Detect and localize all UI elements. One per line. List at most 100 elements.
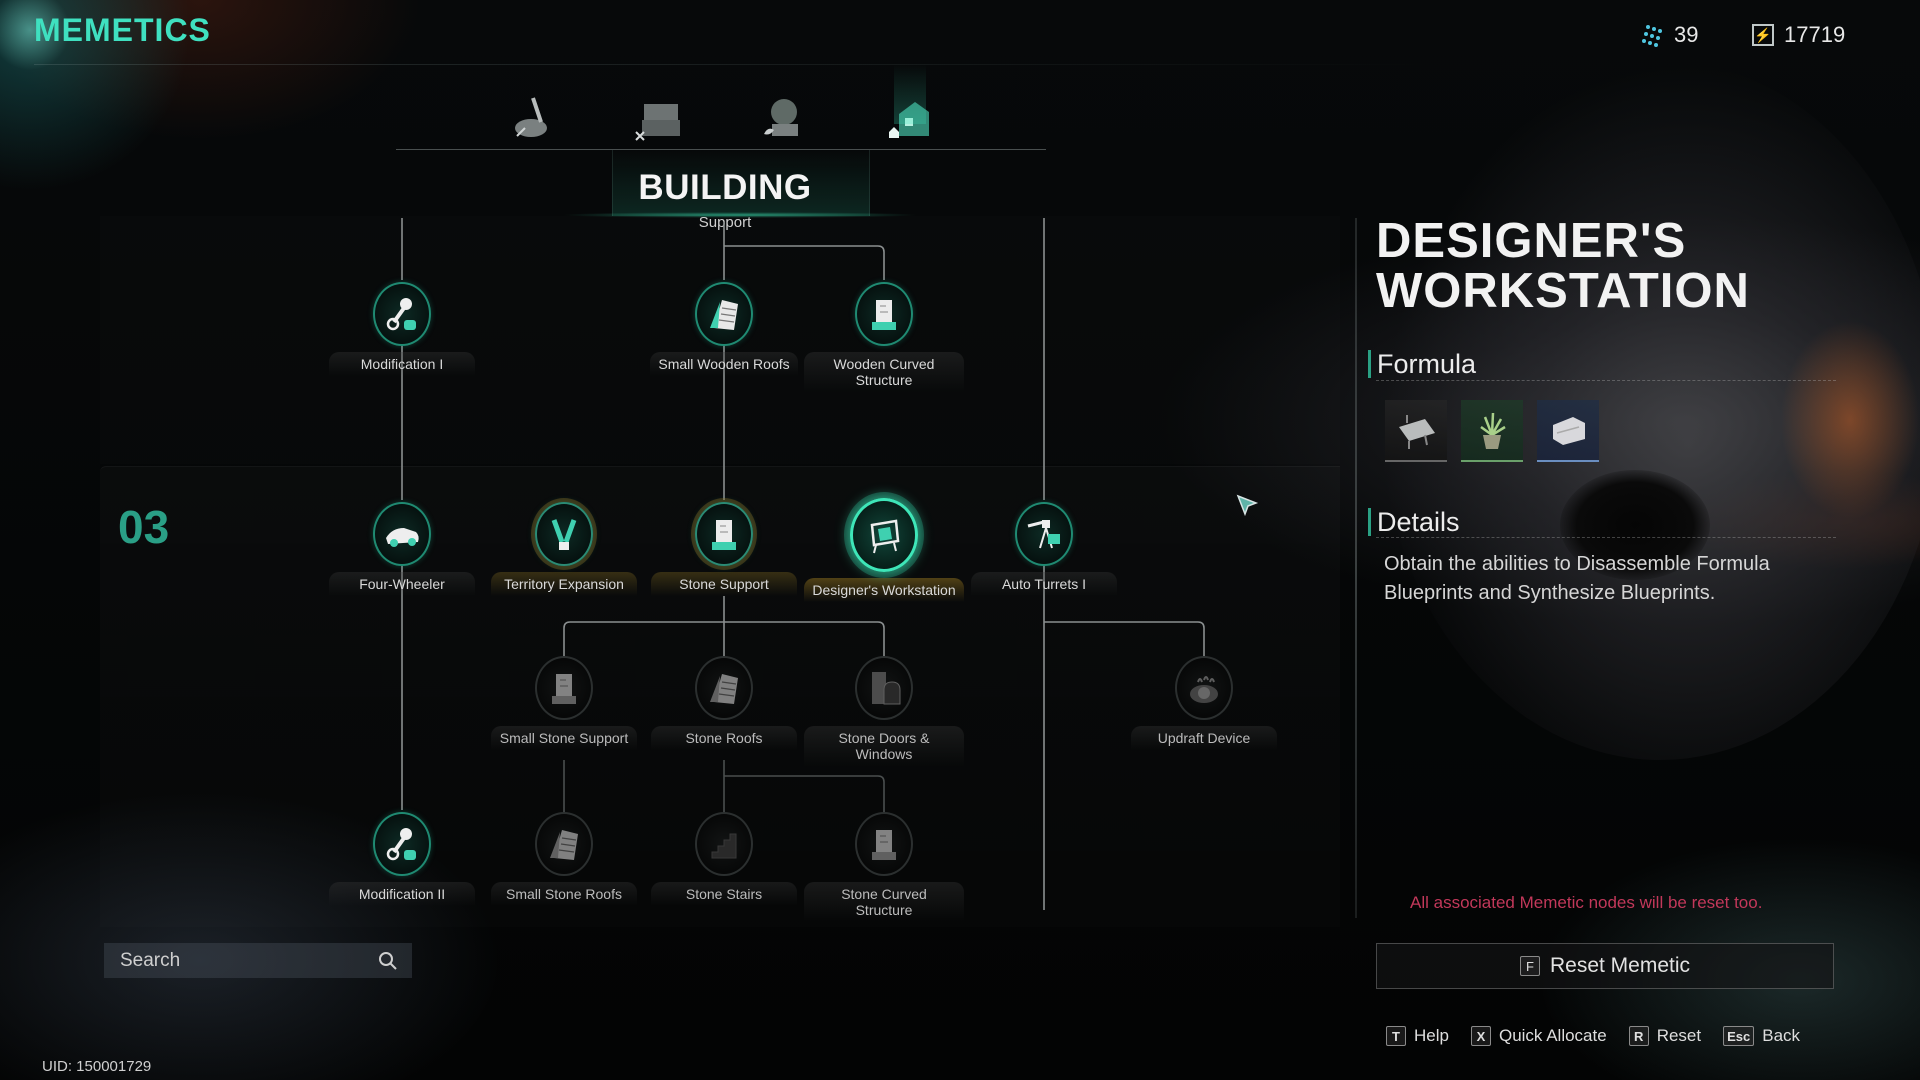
hint-back-label: Back xyxy=(1762,1026,1801,1045)
node-icon-ring xyxy=(855,656,913,720)
memetic-node-swr[interactable]: Small Wooden Roofs xyxy=(644,282,804,376)
planter-icon xyxy=(764,99,799,136)
memetic-node-sr[interactable]: Stone Roofs xyxy=(644,656,804,750)
node-label: Small Stone Roofs xyxy=(491,882,637,906)
node-label: Designer's Workstation xyxy=(804,578,964,602)
hint-help-label: Help xyxy=(1414,1026,1449,1045)
hint-quick-allocate-label: Quick Allocate xyxy=(1498,1026,1607,1045)
node-label: Stone Roofs xyxy=(651,726,797,750)
panel-divider xyxy=(1355,218,1357,918)
hint-reset-label: Reset xyxy=(1656,1026,1702,1045)
piston-icon xyxy=(386,298,416,331)
reset-memetic-label: Reset Memetic xyxy=(1549,954,1691,977)
keyboard-hints: T Help X Quick Allocate R Reset Esc Back xyxy=(1386,1026,1800,1046)
node-label: Small Stone Support xyxy=(491,726,637,750)
stairs-icon xyxy=(711,833,737,859)
formula-item-armchair[interactable] xyxy=(1537,400,1599,462)
tab-crafting[interactable] xyxy=(627,88,687,146)
memetic-node-sdw[interactable]: Stone Doors & Windows xyxy=(804,656,964,766)
reset-memetic-button[interactable]: F Reset Memetic xyxy=(1376,943,1834,989)
node-icon-ring xyxy=(373,502,431,566)
node-icon-ring xyxy=(373,812,431,876)
node-label: Stone Stairs xyxy=(651,882,797,906)
node-label: Stone Curved Structure xyxy=(804,882,964,922)
node-icon-ring xyxy=(695,656,753,720)
memetic-node-mod1[interactable]: Modification I xyxy=(322,282,482,376)
node-label: Territory Expansion xyxy=(491,572,637,596)
detail-title: DESIGNER'S WORKSTATION xyxy=(1376,214,1750,318)
node-icon-ring xyxy=(535,812,593,876)
memetic-node-ssr[interactable]: Small Stone Roofs xyxy=(484,812,644,906)
node-icon-ring xyxy=(855,812,913,876)
hint-help[interactable]: T Help xyxy=(1386,1026,1449,1046)
key-esc: Esc xyxy=(1723,1026,1755,1046)
key-t: T xyxy=(1386,1026,1406,1046)
category-title: BUILDING xyxy=(638,168,812,207)
memetic-node-te[interactable]: Territory Expansion xyxy=(484,502,644,596)
key-r: R xyxy=(1628,1026,1649,1046)
formula-item-potted-plant[interactable] xyxy=(1461,400,1523,462)
node-icon-ring xyxy=(535,656,593,720)
tier-label: 03 xyxy=(118,501,170,553)
app-title: MEMETICS xyxy=(34,12,211,48)
memetic-node-fw[interactable]: Four-Wheeler xyxy=(322,502,482,596)
memetic-node-dw[interactable]: Designer's Workstation xyxy=(804,498,964,602)
pillar-icon xyxy=(872,830,896,860)
currency-energy: ⚡ 17719 xyxy=(1752,22,1845,48)
workbench-icon xyxy=(634,104,680,141)
search-icon[interactable] xyxy=(378,951,398,971)
axe-creature-icon xyxy=(515,97,547,137)
house-icon xyxy=(888,102,929,138)
memetic-node-scs[interactable]: Stone Curved Structure xyxy=(804,812,964,922)
door-window-icon xyxy=(872,672,901,705)
embers-effect xyxy=(1780,320,1920,520)
memetic-node-sss[interactable]: Small Stone Support xyxy=(484,656,644,750)
node-label: Stone Doors & Windows xyxy=(804,726,964,766)
details-divider xyxy=(1376,537,1836,538)
reset-warning: All associated Memetic nodes will be res… xyxy=(1410,893,1763,912)
tab-combat[interactable] xyxy=(500,88,560,146)
energy-count: 17719 xyxy=(1784,22,1846,47)
hint-back[interactable]: Esc Back xyxy=(1723,1026,1800,1046)
tab-building[interactable] xyxy=(880,64,940,146)
currency-dna: 39 xyxy=(1642,22,1698,48)
category-tabs xyxy=(500,64,940,148)
roof-icon xyxy=(710,674,738,704)
tower-icon xyxy=(551,519,577,550)
fan-icon xyxy=(1190,676,1218,703)
header-divider xyxy=(34,64,1434,65)
formula-heading: Formula xyxy=(1368,350,1476,378)
tab-farming[interactable] xyxy=(753,88,813,146)
car-icon xyxy=(386,528,419,547)
search-bar[interactable] xyxy=(104,943,412,978)
formula-item-drafting-board[interactable] xyxy=(1385,400,1447,462)
node-icon-ring xyxy=(695,502,753,566)
details-text: Obtain the abilities to Disassemble Form… xyxy=(1384,553,1770,604)
hint-quick-allocate[interactable]: X Quick Allocate xyxy=(1470,1026,1607,1046)
memetic-node-at[interactable]: Auto Turrets I xyxy=(964,502,1124,596)
hint-reset[interactable]: R Reset xyxy=(1628,1026,1702,1046)
node-label: Small Wooden Roofs xyxy=(650,352,798,376)
pillar-icon xyxy=(712,520,736,550)
drafting-table-icon xyxy=(870,519,900,554)
memetic-node-sst[interactable]: Stone Stairs xyxy=(644,812,804,906)
node-icon-ring xyxy=(850,498,918,572)
memetic-node-ud[interactable]: Updraft Device xyxy=(1124,656,1284,750)
node-icon-ring xyxy=(1175,656,1233,720)
user-id: UID: 150001729 xyxy=(42,1058,152,1075)
memetic-node-ss[interactable]: Stone Support xyxy=(644,502,804,596)
memetic-node-mod2[interactable]: Modification II xyxy=(322,812,482,906)
node-icon-ring xyxy=(1015,502,1073,566)
node-icon-ring xyxy=(855,282,913,346)
pillar-icon xyxy=(552,674,576,704)
energy-icon: ⚡ xyxy=(1752,24,1774,46)
memetic-node-wcs[interactable]: Wooden Curved Structure xyxy=(804,282,964,392)
search-input[interactable] xyxy=(118,948,342,973)
roof-icon xyxy=(710,300,738,330)
mouse-cursor-icon xyxy=(1236,494,1259,517)
details-heading: Details xyxy=(1368,508,1460,536)
node-icon-ring xyxy=(695,812,753,876)
node-label: Modification I xyxy=(329,352,475,376)
armchair-icon xyxy=(1553,417,1585,445)
node-icon-ring xyxy=(535,502,593,566)
